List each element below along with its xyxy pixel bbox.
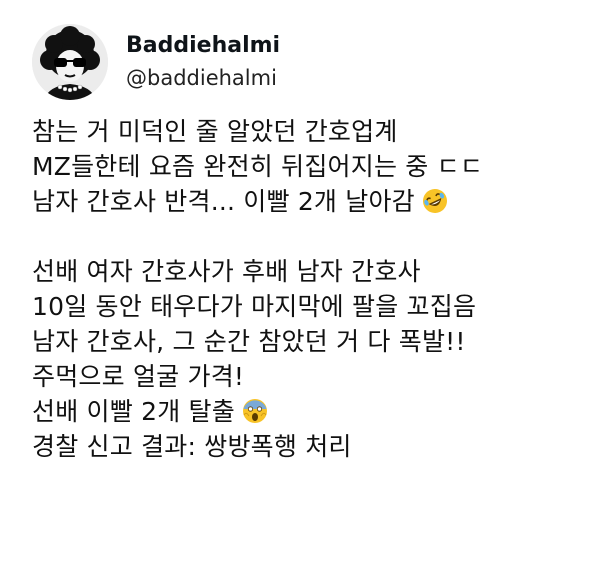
tweet-line: 선배 이빨 2개 탈출: [32, 394, 592, 429]
tweet-header: Baddiehalmi @baddiehalmi: [32, 24, 280, 100]
tweet-line: MZ들한테 요즘 완전히 뒤집어지는 중 ㄷㄷ: [32, 152, 484, 181]
user-names: Baddiehalmi @baddiehalmi: [126, 32, 280, 92]
tweet-line: 주먹으로 얼굴 가격!: [32, 362, 245, 391]
tweet-body: 참는 거 미덕인 줄 알았던 간호업계 MZ들한테 요즘 완전히 뒤집어지는 중…: [32, 114, 592, 464]
tweet-line: 선배 여자 간호사가 후배 남자 간호사: [32, 257, 421, 286]
display-name[interactable]: Baddiehalmi: [126, 32, 280, 60]
face-screaming-in-fear-icon: [241, 397, 269, 425]
tweet-line: 참는 거 미덕인 줄 알았던 간호업계: [32, 117, 398, 146]
user-handle[interactable]: @baddiehalmi: [126, 64, 280, 92]
tweet-line: 남자 간호사 반격... 이빨 2개 날아감: [32, 184, 592, 219]
tweet-line: 10일 동안 태우다가 마지막에 팔을 꼬집음: [32, 292, 477, 321]
rolling-on-floor-laughing-icon: [421, 187, 449, 215]
tweet-line: 남자 간호사, 그 순간 참았던 거 다 폭발!!: [32, 327, 466, 356]
avatar[interactable]: [32, 24, 108, 100]
tweet-card: Baddiehalmi @baddiehalmi 참는 거 미덕인 줄 알았던 …: [0, 0, 600, 581]
tweet-line-text: 남자 간호사 반격... 이빨 2개 날아감: [32, 187, 415, 216]
tweet-line-text: 선배 이빨 2개 탈출: [32, 397, 235, 426]
tweet-line: 경찰 신고 결과: 쌍방폭행 처리: [32, 432, 352, 461]
